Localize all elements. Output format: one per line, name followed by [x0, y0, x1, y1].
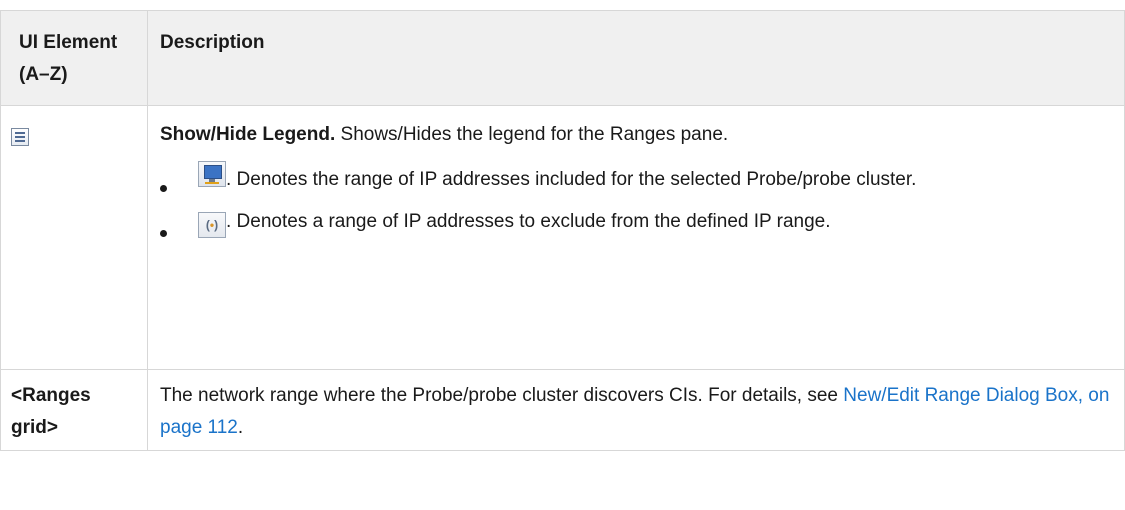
ui-element-cell [0, 105, 148, 370]
legend-item-text: . Denotes a range of IP addresses to exc… [226, 211, 831, 232]
legend-list: . Denotes the range of IP addresses incl… [160, 161, 1116, 238]
description-cell: The network range where the Probe/probe … [147, 369, 1125, 451]
description-cell: Show/Hide Legend. Shows/Hides the legend… [147, 105, 1125, 370]
element-description: Shows/Hides the legend for the Ranges pa… [340, 124, 729, 145]
legend-item: (•). Denotes a range of IP addresses to … [160, 206, 1116, 238]
legend-item-text: . Denotes the range of IP addresses incl… [226, 169, 917, 190]
column-header-ui-element: UI Element (A–Z) [0, 10, 148, 106]
element-title: Show/Hide Legend. [160, 124, 336, 145]
element-description: The network range where the Probe/probe … [160, 385, 838, 406]
legend-icon [11, 128, 29, 146]
table-row: <Ranges grid> The network range where th… [0, 369, 1125, 451]
bullet [160, 185, 167, 192]
trailing-punctuation: . [237, 417, 244, 438]
column-header-description: Description [147, 10, 1125, 106]
ui-reference-table: UI Element (A–Z) Description Show/Hide L… [0, 10, 1125, 451]
ui-element-cell: <Ranges grid> [0, 369, 148, 451]
description-text: Show/Hide Legend. Shows/Hides the legend… [160, 119, 1116, 151]
included-range-icon [198, 161, 226, 187]
table-row: Show/Hide Legend. Shows/Hides the legend… [0, 105, 1125, 370]
legend-item: . Denotes the range of IP addresses incl… [160, 161, 1116, 196]
excluded-range-icon: (•) [198, 212, 226, 238]
bullet [160, 230, 167, 237]
table-header-row: UI Element (A–Z) Description [0, 10, 1125, 106]
